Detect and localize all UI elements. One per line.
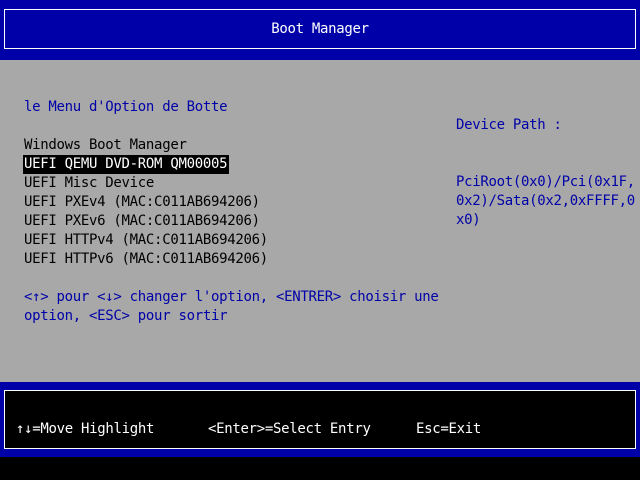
boot-option-pxev4[interactable]: UEFI PXEv4 (MAC:C011AB694206) xyxy=(24,193,260,212)
boot-option-pxev6[interactable]: UEFI PXEv6 (MAC:C011AB694206) xyxy=(24,212,260,231)
boot-option-httpv6[interactable]: UEFI HTTPv6 (MAC:C011AB694206) xyxy=(24,250,268,269)
help-text-line-2: option, <ESC> pour sortir xyxy=(24,308,228,324)
page-title: Boot Manager xyxy=(271,21,369,37)
boot-option-qemu-dvd-rom[interactable]: UEFI QEMU DVD-ROM QM00005 xyxy=(23,155,230,174)
help-text-line-1: <↑> pour <↓> changer l'option, <ENTRER> … xyxy=(24,289,439,305)
boot-option-windows-boot-manager[interactable]: Windows Boot Manager xyxy=(24,136,187,155)
footer-exit-hint: Esc=Exit xyxy=(416,421,482,437)
device-path-panel: Device Path : PciRoot(0x0)/Pci(0x1F, 0x2… xyxy=(456,78,636,268)
device-path-label: Device Path : xyxy=(456,117,562,133)
footer-move-highlight-hint: ↑↓=Move Highlight xyxy=(16,421,155,437)
footer-select-entry-hint: <Enter>=Select Entry xyxy=(208,421,371,437)
boot-option-misc-device[interactable]: UEFI Misc Device xyxy=(24,174,154,193)
menu-heading: le Menu d'Option de Botte xyxy=(24,99,228,115)
boot-option-httpv4[interactable]: UEFI HTTPv4 (MAC:C011AB694206) xyxy=(24,231,268,250)
device-path-value: PciRoot(0x0)/Pci(0x1F, 0x2)/Sata(0x2,0xF… xyxy=(456,174,635,228)
boot-manager-screen: Boot Manager le Menu d'Option de Botte W… xyxy=(0,0,640,480)
bottom-strip xyxy=(0,457,640,480)
